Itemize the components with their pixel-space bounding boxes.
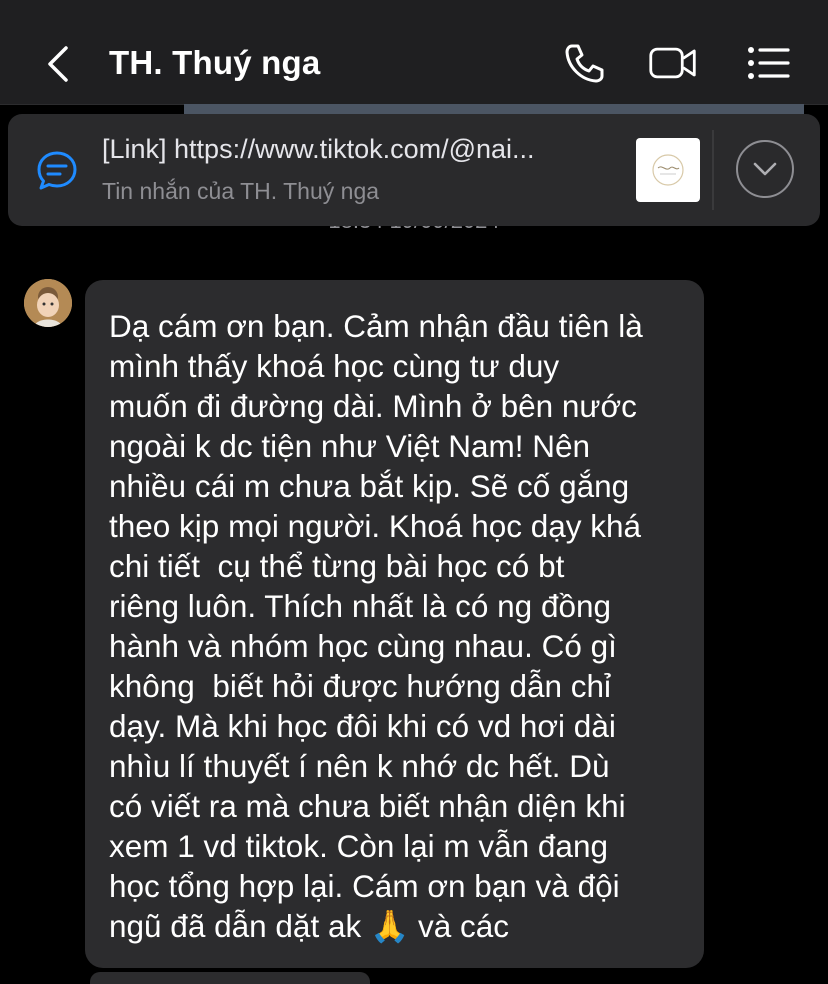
phone-icon[interactable] bbox=[560, 40, 610, 86]
pinned-link-text[interactable]: [Link] https://www.tiktok.com/@nai... bbox=[102, 134, 607, 165]
next-message-bubble bbox=[90, 972, 370, 984]
chat-header: TH. Thuý nga bbox=[0, 0, 828, 105]
message-text: Dạ cám ơn bạn. Cảm nhận đầu tiên là mình… bbox=[109, 308, 643, 944]
divider bbox=[712, 130, 714, 210]
message-bubble[interactable]: Dạ cám ơn bạn. Cảm nhận đầu tiên là mình… bbox=[85, 280, 704, 968]
video-call-icon[interactable] bbox=[648, 40, 698, 86]
pinned-message-banner[interactable]: [Link] https://www.tiktok.com/@nai... Ti… bbox=[8, 114, 820, 226]
link-thumbnail[interactable] bbox=[636, 138, 700, 202]
menu-list-icon[interactable] bbox=[744, 40, 794, 86]
back-icon[interactable] bbox=[40, 42, 80, 86]
avatar[interactable] bbox=[24, 279, 72, 327]
expand-chevron-icon[interactable] bbox=[736, 140, 794, 198]
chat-bubble-icon bbox=[36, 150, 78, 192]
pinned-subtitle: Tin nhắn của TH. Thuý nga bbox=[102, 178, 380, 204]
contact-name[interactable]: TH. Thuý nga bbox=[109, 44, 320, 82]
